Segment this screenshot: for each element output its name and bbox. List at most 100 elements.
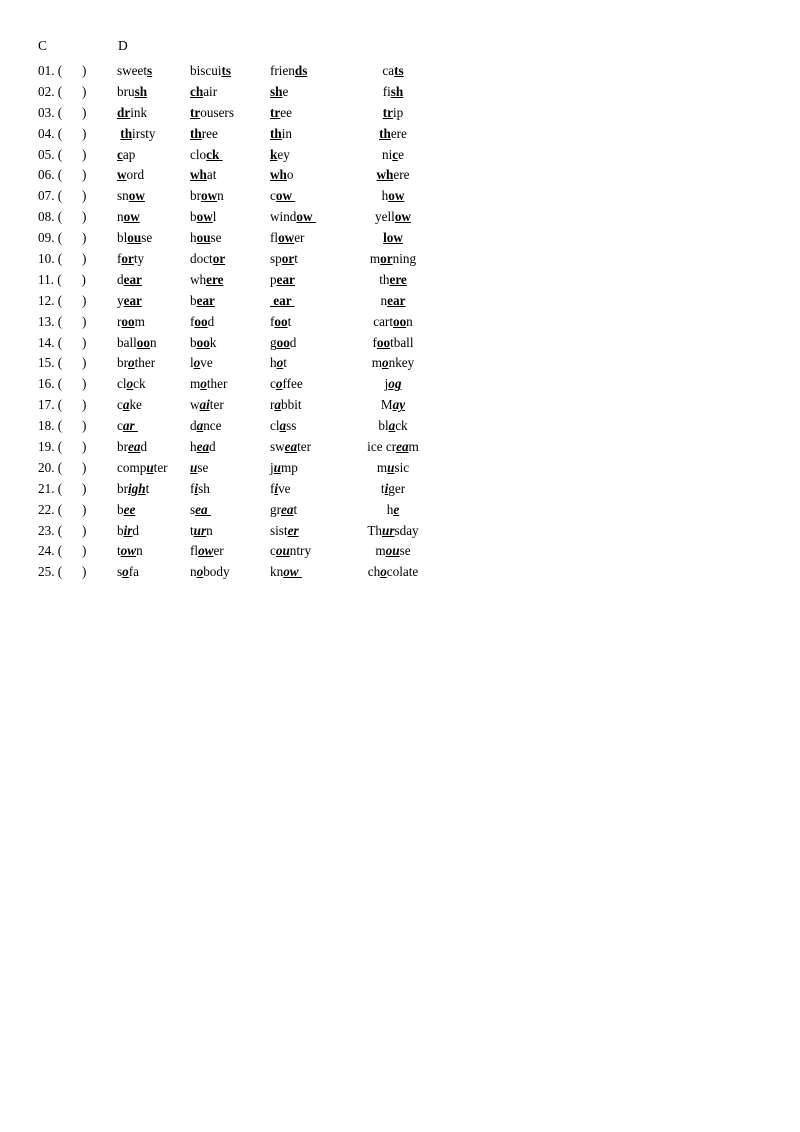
question-number-and-answer-box[interactable]: 04. ( ) [38, 124, 86, 145]
word-option[interactable]: five [270, 479, 291, 500]
question-number-and-answer-box[interactable]: 18. ( ) [38, 416, 86, 437]
word-option[interactable]: fish [338, 82, 448, 103]
word-option[interactable]: three [190, 124, 218, 145]
word-option[interactable]: foot [270, 312, 291, 333]
word-option[interactable]: cap [117, 145, 135, 166]
word-option[interactable]: word [117, 165, 144, 186]
word-option[interactable]: biscuits [190, 61, 231, 82]
question-number-and-answer-box[interactable]: 01. ( ) [38, 61, 86, 82]
word-option[interactable]: class [270, 416, 296, 437]
word-option[interactable]: where [338, 165, 448, 186]
question-number-and-answer-box[interactable]: 13. ( ) [38, 312, 86, 333]
question-number-and-answer-box[interactable]: 24. ( ) [38, 541, 86, 562]
word-option[interactable]: sport [270, 249, 298, 270]
word-option[interactable]: town [117, 541, 143, 562]
question-number-and-answer-box[interactable]: 02. ( ) [38, 82, 86, 103]
word-option[interactable]: doctor [190, 249, 225, 270]
word-option[interactable]: clock [117, 374, 146, 395]
word-option[interactable]: year [117, 291, 142, 312]
question-number-and-answer-box[interactable]: 22. ( ) [38, 500, 86, 521]
word-option[interactable]: what [190, 165, 216, 186]
word-option[interactable]: pear [270, 270, 295, 291]
word-option[interactable]: mother [190, 374, 227, 395]
word-option[interactable]: dear [117, 270, 142, 291]
word-option[interactable]: monkey [338, 353, 448, 374]
word-option[interactable]: head [190, 437, 216, 458]
word-option[interactable]: love [190, 353, 213, 374]
word-option[interactable]: know [270, 562, 302, 583]
word-option[interactable]: friends [270, 61, 307, 82]
word-option[interactable]: fish [190, 479, 210, 500]
word-option[interactable]: morning [338, 249, 448, 270]
word-option[interactable]: Thursday [338, 521, 448, 542]
word-option[interactable]: good [270, 333, 296, 354]
word-option[interactable]: flower [270, 228, 304, 249]
word-option[interactable]: bear [190, 291, 215, 312]
word-option[interactable]: turn [190, 521, 213, 542]
word-option[interactable]: drink [117, 103, 147, 124]
word-option[interactable]: nice [338, 145, 448, 166]
question-number-and-answer-box[interactable]: 08. ( ) [38, 207, 86, 228]
question-number-and-answer-box[interactable]: 23. ( ) [38, 521, 86, 542]
word-option[interactable]: rabbit [270, 395, 302, 416]
word-option[interactable]: clock [190, 145, 223, 166]
word-option[interactable]: low [338, 228, 448, 249]
word-option[interactable]: brown [190, 186, 224, 207]
word-option[interactable]: tree [270, 103, 292, 124]
word-option[interactable]: bird [117, 521, 139, 542]
word-option[interactable]: yellow [338, 207, 448, 228]
word-option[interactable]: he [338, 500, 448, 521]
word-option[interactable]: room [117, 312, 145, 333]
word-option[interactable]: cow [270, 186, 295, 207]
word-option[interactable]: there [338, 124, 448, 145]
word-option[interactable]: window [270, 207, 316, 228]
word-option[interactable]: thin [270, 124, 292, 145]
question-number-and-answer-box[interactable]: 09. ( ) [38, 228, 86, 249]
word-option[interactable]: ear [270, 291, 295, 312]
word-option[interactable]: sofa [117, 562, 139, 583]
word-option[interactable]: sweater [270, 437, 311, 458]
word-option[interactable]: forty [117, 249, 144, 270]
question-number-and-answer-box[interactable]: 20. ( ) [38, 458, 86, 479]
word-option[interactable]: use [190, 458, 208, 479]
word-option[interactable]: black [338, 416, 448, 437]
word-option[interactable]: cake [117, 395, 142, 416]
word-option[interactable]: football [338, 333, 448, 354]
question-number-and-answer-box[interactable]: 10. ( ) [38, 249, 86, 270]
word-option[interactable]: car [117, 416, 138, 437]
word-option[interactable]: mouse [338, 541, 448, 562]
word-option[interactable]: country [270, 541, 311, 562]
word-option[interactable]: thirsty [117, 124, 155, 145]
question-number-and-answer-box[interactable]: 07. ( ) [38, 186, 86, 207]
word-option[interactable]: cats [338, 61, 448, 82]
word-option[interactable]: sister [270, 521, 299, 542]
question-number-and-answer-box[interactable]: 15. ( ) [38, 353, 86, 374]
word-option[interactable]: May [338, 395, 448, 416]
question-number-and-answer-box[interactable]: 16. ( ) [38, 374, 86, 395]
word-option[interactable]: now [117, 207, 140, 228]
word-option[interactable]: flower [190, 541, 224, 562]
word-option[interactable]: jump [270, 458, 298, 479]
word-option[interactable]: bread [117, 437, 147, 458]
word-option[interactable]: bee [117, 500, 135, 521]
word-option[interactable]: bright [117, 479, 149, 500]
word-option[interactable]: coffee [270, 374, 303, 395]
word-option[interactable]: sweets [117, 61, 152, 82]
word-option[interactable]: chocolate [338, 562, 448, 583]
word-option[interactable]: great [270, 500, 297, 521]
question-number-and-answer-box[interactable]: 25. ( ) [38, 562, 86, 583]
word-option[interactable]: book [190, 333, 216, 354]
word-option[interactable]: tiger [338, 479, 448, 500]
word-option[interactable]: who [270, 165, 293, 186]
word-option[interactable]: hot [270, 353, 287, 374]
question-number-and-answer-box[interactable]: 06. ( ) [38, 165, 86, 186]
question-number-and-answer-box[interactable]: 11. ( ) [38, 270, 86, 291]
question-number-and-answer-box[interactable]: 03. ( ) [38, 103, 86, 124]
word-option[interactable]: brother [117, 353, 155, 374]
word-option[interactable]: dance [190, 416, 222, 437]
question-number-and-answer-box[interactable]: 05. ( ) [38, 145, 86, 166]
question-number-and-answer-box[interactable]: 19. ( ) [38, 437, 86, 458]
word-option[interactable]: balloon [117, 333, 157, 354]
word-option[interactable]: near [338, 291, 448, 312]
question-number-and-answer-box[interactable]: 17. ( ) [38, 395, 86, 416]
